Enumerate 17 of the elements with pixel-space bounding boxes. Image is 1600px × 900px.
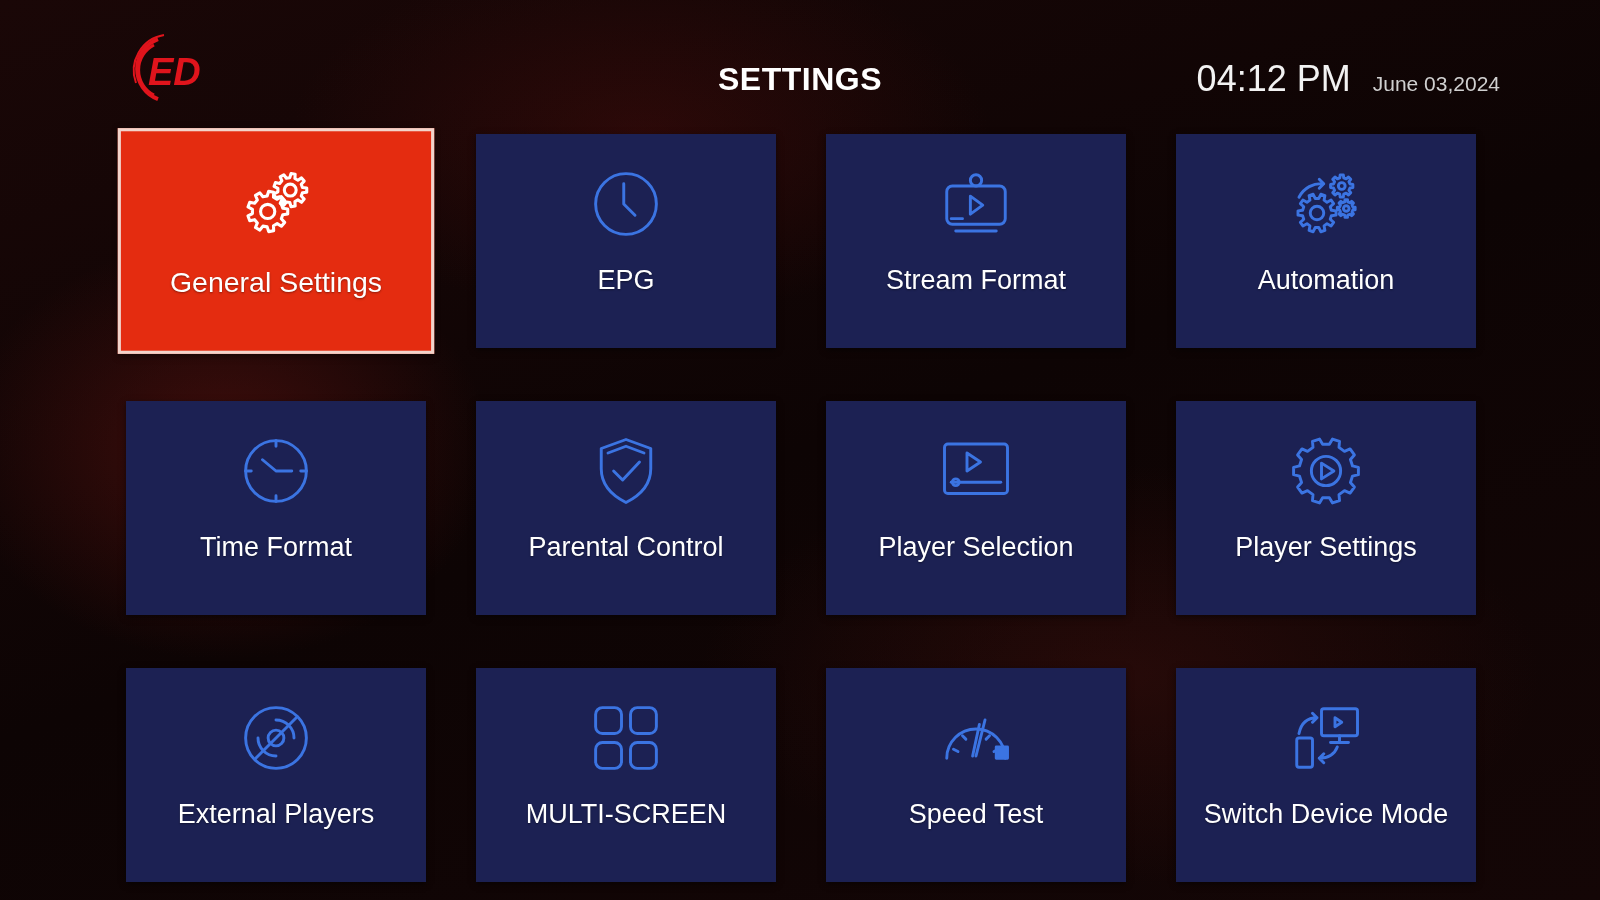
date-text: June 03,2024 (1372, 72, 1500, 96)
settings-tile[interactable]: Time Format (126, 401, 426, 615)
settings-tile[interactable]: Parental Control (476, 401, 776, 615)
settings-tile[interactable]: Switch Device Mode (1176, 668, 1476, 882)
settings-tile[interactable]: General Settings (117, 128, 435, 354)
settings-tile[interactable]: Player Selection (826, 401, 1126, 615)
settings-tile[interactable]: EPG (476, 134, 776, 348)
settings-tile[interactable]: Stream Format (826, 134, 1126, 348)
page-title: SETTINGS (718, 60, 882, 98)
settings-tile[interactable]: MULTI-SCREEN (476, 668, 776, 882)
brand-logo: ED (128, 33, 224, 105)
clock-time: 04:12 PM (1196, 58, 1351, 100)
settings-tile[interactable]: Player Settings (1176, 401, 1476, 615)
settings-tile[interactable]: Automation (1176, 134, 1476, 348)
gear-play-icon (1290, 435, 1362, 507)
settings-tile[interactable]: External Players (126, 668, 426, 882)
settings-tile[interactable]: Speed Test (826, 668, 1126, 882)
